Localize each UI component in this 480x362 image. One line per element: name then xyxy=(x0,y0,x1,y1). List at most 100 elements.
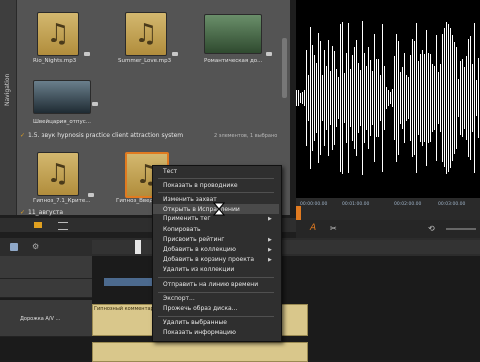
text-tool-icon[interactable]: A xyxy=(310,223,316,233)
waveform-bar xyxy=(460,60,461,136)
media-thumb-switzerland[interactable] xyxy=(33,80,91,114)
waveform-bar xyxy=(366,66,367,130)
waveform-bar xyxy=(462,58,463,138)
folder-icon xyxy=(266,52,272,56)
waveform-bar xyxy=(472,63,473,132)
check-icon: ✓ xyxy=(20,209,26,216)
ruler-tick: 00:03:00.00 xyxy=(438,202,466,207)
audio-clip[interactable] xyxy=(92,342,308,362)
waveform-bar xyxy=(434,65,435,131)
waveform-bar xyxy=(334,50,335,146)
waveform-bar xyxy=(344,72,345,124)
waveform-bar xyxy=(352,54,353,142)
menu-item-copy[interactable]: Копировать xyxy=(163,225,200,234)
waveform-bar xyxy=(414,41,415,155)
waveform-bar xyxy=(456,46,457,150)
menu-item-delete-selected[interactable]: Удалить выбранные xyxy=(163,318,227,327)
volume-slider[interactable] xyxy=(446,228,476,230)
track-header[interactable] xyxy=(0,279,92,298)
library-scrollbar[interactable] xyxy=(282,38,287,98)
waveform-bar xyxy=(470,35,471,161)
menu-item-rating[interactable]: Присвоить рейтинг xyxy=(163,235,224,244)
waveform-bar xyxy=(310,27,311,169)
audio-clip[interactable]: Гипнозный комментар... xyxy=(92,304,159,336)
waveform-bar xyxy=(410,55,411,141)
submenu-arrow-icon: ▶ xyxy=(268,237,272,243)
submenu-arrow-icon: ▶ xyxy=(268,247,272,253)
track-clip[interactable] xyxy=(104,278,152,286)
waveform-bar xyxy=(300,93,301,103)
waveform-bar xyxy=(436,35,437,161)
audio-clip[interactable] xyxy=(280,304,308,336)
waveform-bar xyxy=(308,75,309,121)
track-name: Дорожка A/V ... xyxy=(20,316,61,322)
group-title: 11_августа xyxy=(28,209,64,216)
loop-icon[interactable]: ⟲ xyxy=(428,224,435,233)
cut-icon[interactable]: ✂ xyxy=(330,224,337,233)
menu-item-remove-collection[interactable]: Удалить из коллекции xyxy=(163,265,234,274)
menu-separator xyxy=(158,178,274,179)
waveform-bar xyxy=(466,56,467,140)
waveform-bar xyxy=(408,77,409,119)
track-header[interactable] xyxy=(0,256,92,279)
waveform-bar xyxy=(296,90,297,106)
menu-item-show-info[interactable]: Показать информацию xyxy=(163,328,236,337)
menu-item-open-in-correction[interactable]: Открыть в Исправлении xyxy=(163,205,240,214)
track-header[interactable]: Дорожка A/V ... xyxy=(0,300,92,337)
group-info: 2 элементов, 1 выбрано xyxy=(214,133,278,139)
gear-icon[interactable]: ⚙ xyxy=(32,242,39,251)
waveform-bar xyxy=(372,70,373,126)
waveform-bar xyxy=(392,89,393,107)
grid-view-icon[interactable] xyxy=(34,222,42,228)
waveform-bar xyxy=(424,53,425,143)
group-header[interactable]: ✓ 1.5. звук hypnosis practice client attr… xyxy=(20,132,183,139)
menu-item-show-in-explorer[interactable]: Показать в проводнике xyxy=(163,181,238,190)
waveform-bar xyxy=(446,21,447,175)
waveform-bar xyxy=(450,28,451,168)
waveform-bar xyxy=(386,86,387,110)
timeline-playhead[interactable] xyxy=(135,240,141,254)
ruler-tick: 00:02:00.00 xyxy=(394,202,422,207)
audio-waveform xyxy=(296,0,480,198)
waveform-bar xyxy=(306,49,307,147)
check-icon: ✓ xyxy=(20,132,26,139)
menu-item-test[interactable]: Тест xyxy=(163,167,177,176)
menu-item-add-collection[interactable]: Добавить в коллекцию xyxy=(163,245,236,254)
waveform-bar xyxy=(346,53,347,143)
media-thumb-summer[interactable]: ♫ xyxy=(125,12,167,56)
waveform-bar xyxy=(464,67,465,129)
menu-separator xyxy=(158,292,274,293)
folder-icon xyxy=(88,193,94,197)
waveform-bar xyxy=(378,58,379,137)
waveform-bar xyxy=(438,72,439,124)
waveform-bar xyxy=(332,46,333,150)
media-thumb-rio[interactable]: ♫ xyxy=(37,12,79,56)
waveform-bar xyxy=(368,47,369,149)
hourglass-cursor-icon xyxy=(213,202,225,216)
waveform-bar xyxy=(316,62,317,134)
waveform-bar xyxy=(320,40,321,156)
waveform-bar xyxy=(380,75,381,121)
waveform-bar xyxy=(374,33,375,163)
menu-item-export[interactable]: Экспорт... xyxy=(163,294,195,303)
waveform-bar xyxy=(324,50,325,146)
media-name: Summer_Love.mp3 xyxy=(118,58,172,64)
waveform-bar xyxy=(298,89,299,107)
media-thumb-romantic[interactable] xyxy=(204,14,262,54)
menu-item-send-timeline[interactable]: Отправить на линию времени xyxy=(163,280,258,289)
waveform-bar xyxy=(428,52,429,144)
waveform-bar xyxy=(360,69,361,127)
menu-item-apply-tag[interactable]: Применить тег xyxy=(163,214,211,223)
menu-item-edit-capture[interactable]: Изменить захват xyxy=(163,195,217,204)
waveform-bar xyxy=(468,38,469,158)
group-header[interactable]: ✓ 11_августа xyxy=(20,209,63,216)
track-icon[interactable] xyxy=(10,243,18,251)
media-thumb-hypnosis-1[interactable]: ♫ xyxy=(37,152,79,196)
list-view-icon[interactable] xyxy=(58,222,68,230)
menu-item-burn-disc[interactable]: Прожечь образ диска... xyxy=(163,304,237,313)
music-note-icon: ♫ xyxy=(46,19,70,49)
waveform-bar xyxy=(388,90,389,106)
menu-item-add-project-bin[interactable]: Добавить в корзину проекта xyxy=(163,255,254,264)
waveform-bar xyxy=(348,22,349,174)
media-name: Rio_Nights.mp3 xyxy=(33,58,77,64)
